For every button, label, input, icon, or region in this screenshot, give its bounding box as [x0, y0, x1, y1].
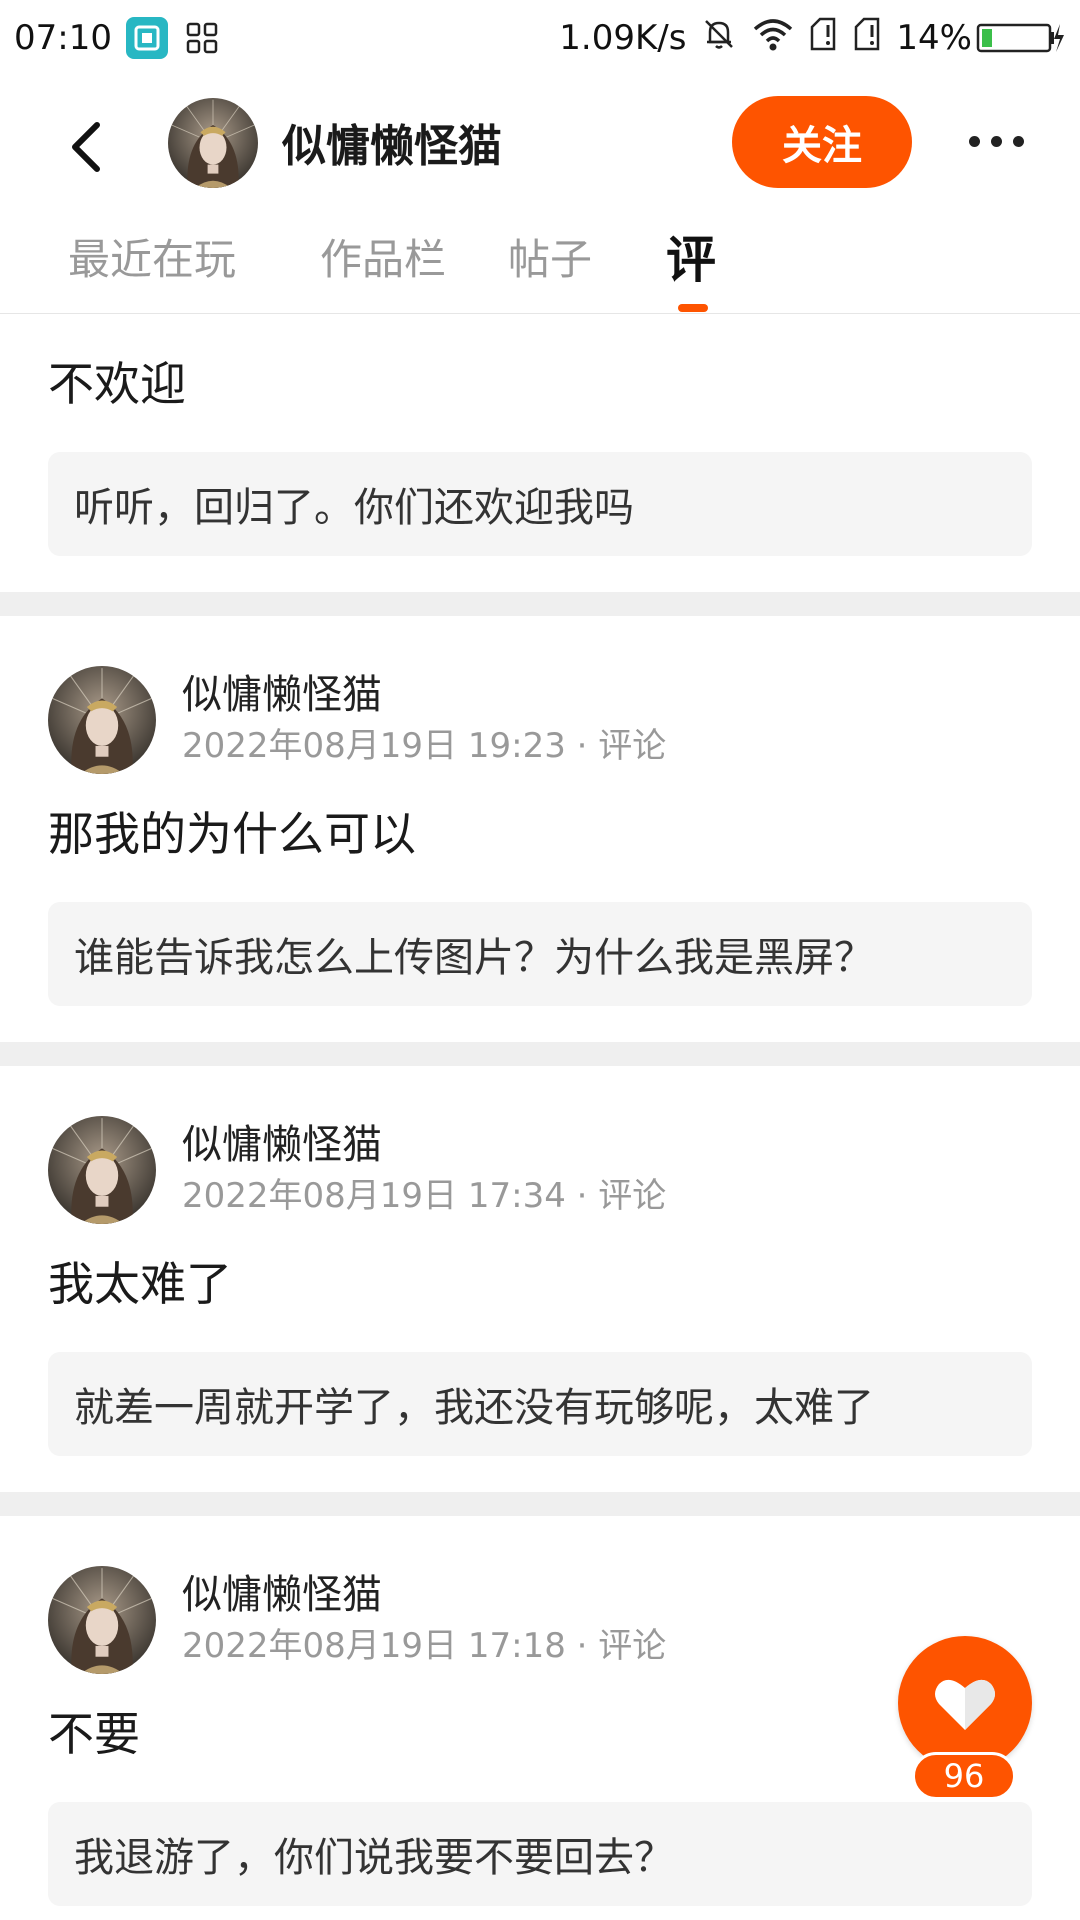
more-dots-icon	[968, 135, 980, 147]
status-bar: 07:10 1.09K/s 14%	[0, 0, 1080, 76]
divider	[0, 592, 1080, 616]
post-title: 我太难了	[48, 1257, 232, 1311]
like-button[interactable]	[898, 1636, 1032, 1770]
avatar[interactable]	[48, 1566, 156, 1674]
profile-header: 似慵懒怪猫 关注	[0, 76, 1080, 212]
quoted-post[interactable]: 就差一周就开学了，我还没有玩够呢，太难了	[48, 1352, 1032, 1456]
heart-icon	[935, 1679, 995, 1730]
tab-recently-played[interactable]: 最近在玩	[68, 226, 236, 287]
more-options-button[interactable]	[956, 116, 1036, 166]
battery-icon	[976, 23, 1064, 53]
post-title: 不欢迎	[48, 357, 186, 411]
tab-works[interactable]: 作品栏	[320, 226, 446, 287]
header-avatar[interactable]	[168, 98, 258, 188]
back-button[interactable]	[50, 112, 120, 182]
post-author[interactable]: 似慵懒怪猫	[182, 1119, 666, 1171]
avatar[interactable]	[48, 666, 156, 774]
wifi-icon	[752, 15, 794, 62]
post-timestamp: 2022年08月19日 19:23 · 评论	[182, 726, 667, 766]
post-title: 那我的为什么可以	[48, 807, 416, 861]
active-tab-indicator	[678, 304, 708, 312]
list-item[interactable]: 似慵懒怪猫 2022年08月19日 17:34 · 评论 我太难了 就差一周就开…	[0, 1066, 1080, 1492]
signal-icon	[808, 15, 838, 62]
divider	[0, 1042, 1080, 1066]
signal-icon-2	[852, 15, 882, 62]
list-item[interactable]: 不欢迎 听听，回归了。你们还欢迎我吗	[0, 314, 1080, 592]
post-timestamp: 2022年08月19日 17:34 · 评论	[182, 1176, 667, 1216]
post-timestamp: 2022年08月19日 17:18 · 评论	[182, 1626, 667, 1666]
more-dot	[1012, 135, 1024, 147]
network-speed: 1.09K/s	[559, 18, 687, 58]
tab-comments[interactable]: 评	[666, 220, 716, 292]
bell-muted-icon	[700, 15, 738, 62]
post-author[interactable]: 似慵懒怪猫	[182, 1569, 666, 1621]
scan-app-icon	[125, 17, 168, 59]
post-title: 不要	[48, 1707, 140, 1761]
more-dot	[990, 135, 1002, 147]
tab-posts[interactable]: 帖子	[508, 226, 592, 287]
header-username: 似慵懒怪猫	[282, 121, 502, 172]
quoted-post[interactable]: 我退游了，你们说我要不要回去？	[48, 1802, 1032, 1906]
back-arrow-icon	[72, 122, 100, 172]
list-item[interactable]: 似慵懒怪猫 2022年08月19日 19:23 · 评论 那我的为什么可以 谁能…	[0, 616, 1080, 1042]
follow-button[interactable]: 关注	[732, 96, 912, 188]
post-author[interactable]: 似慵懒怪猫	[182, 669, 666, 721]
quoted-post[interactable]: 听听，回归了。你们还欢迎我吗	[48, 452, 1032, 556]
avatar[interactable]	[48, 1116, 156, 1224]
apps-grid-icon	[182, 18, 222, 58]
like-count-badge: 96	[912, 1752, 1016, 1800]
battery-percent: 14%	[896, 18, 972, 58]
battery-indicator: 14%	[896, 18, 1066, 58]
status-time: 07:10	[14, 18, 112, 58]
quoted-post[interactable]: 谁能告诉我怎么上传图片？为什么我是黑屏？	[48, 902, 1032, 1006]
profile-tabs: 最近在玩 作品栏 帖子 评	[0, 212, 1080, 314]
divider	[0, 1492, 1080, 1516]
